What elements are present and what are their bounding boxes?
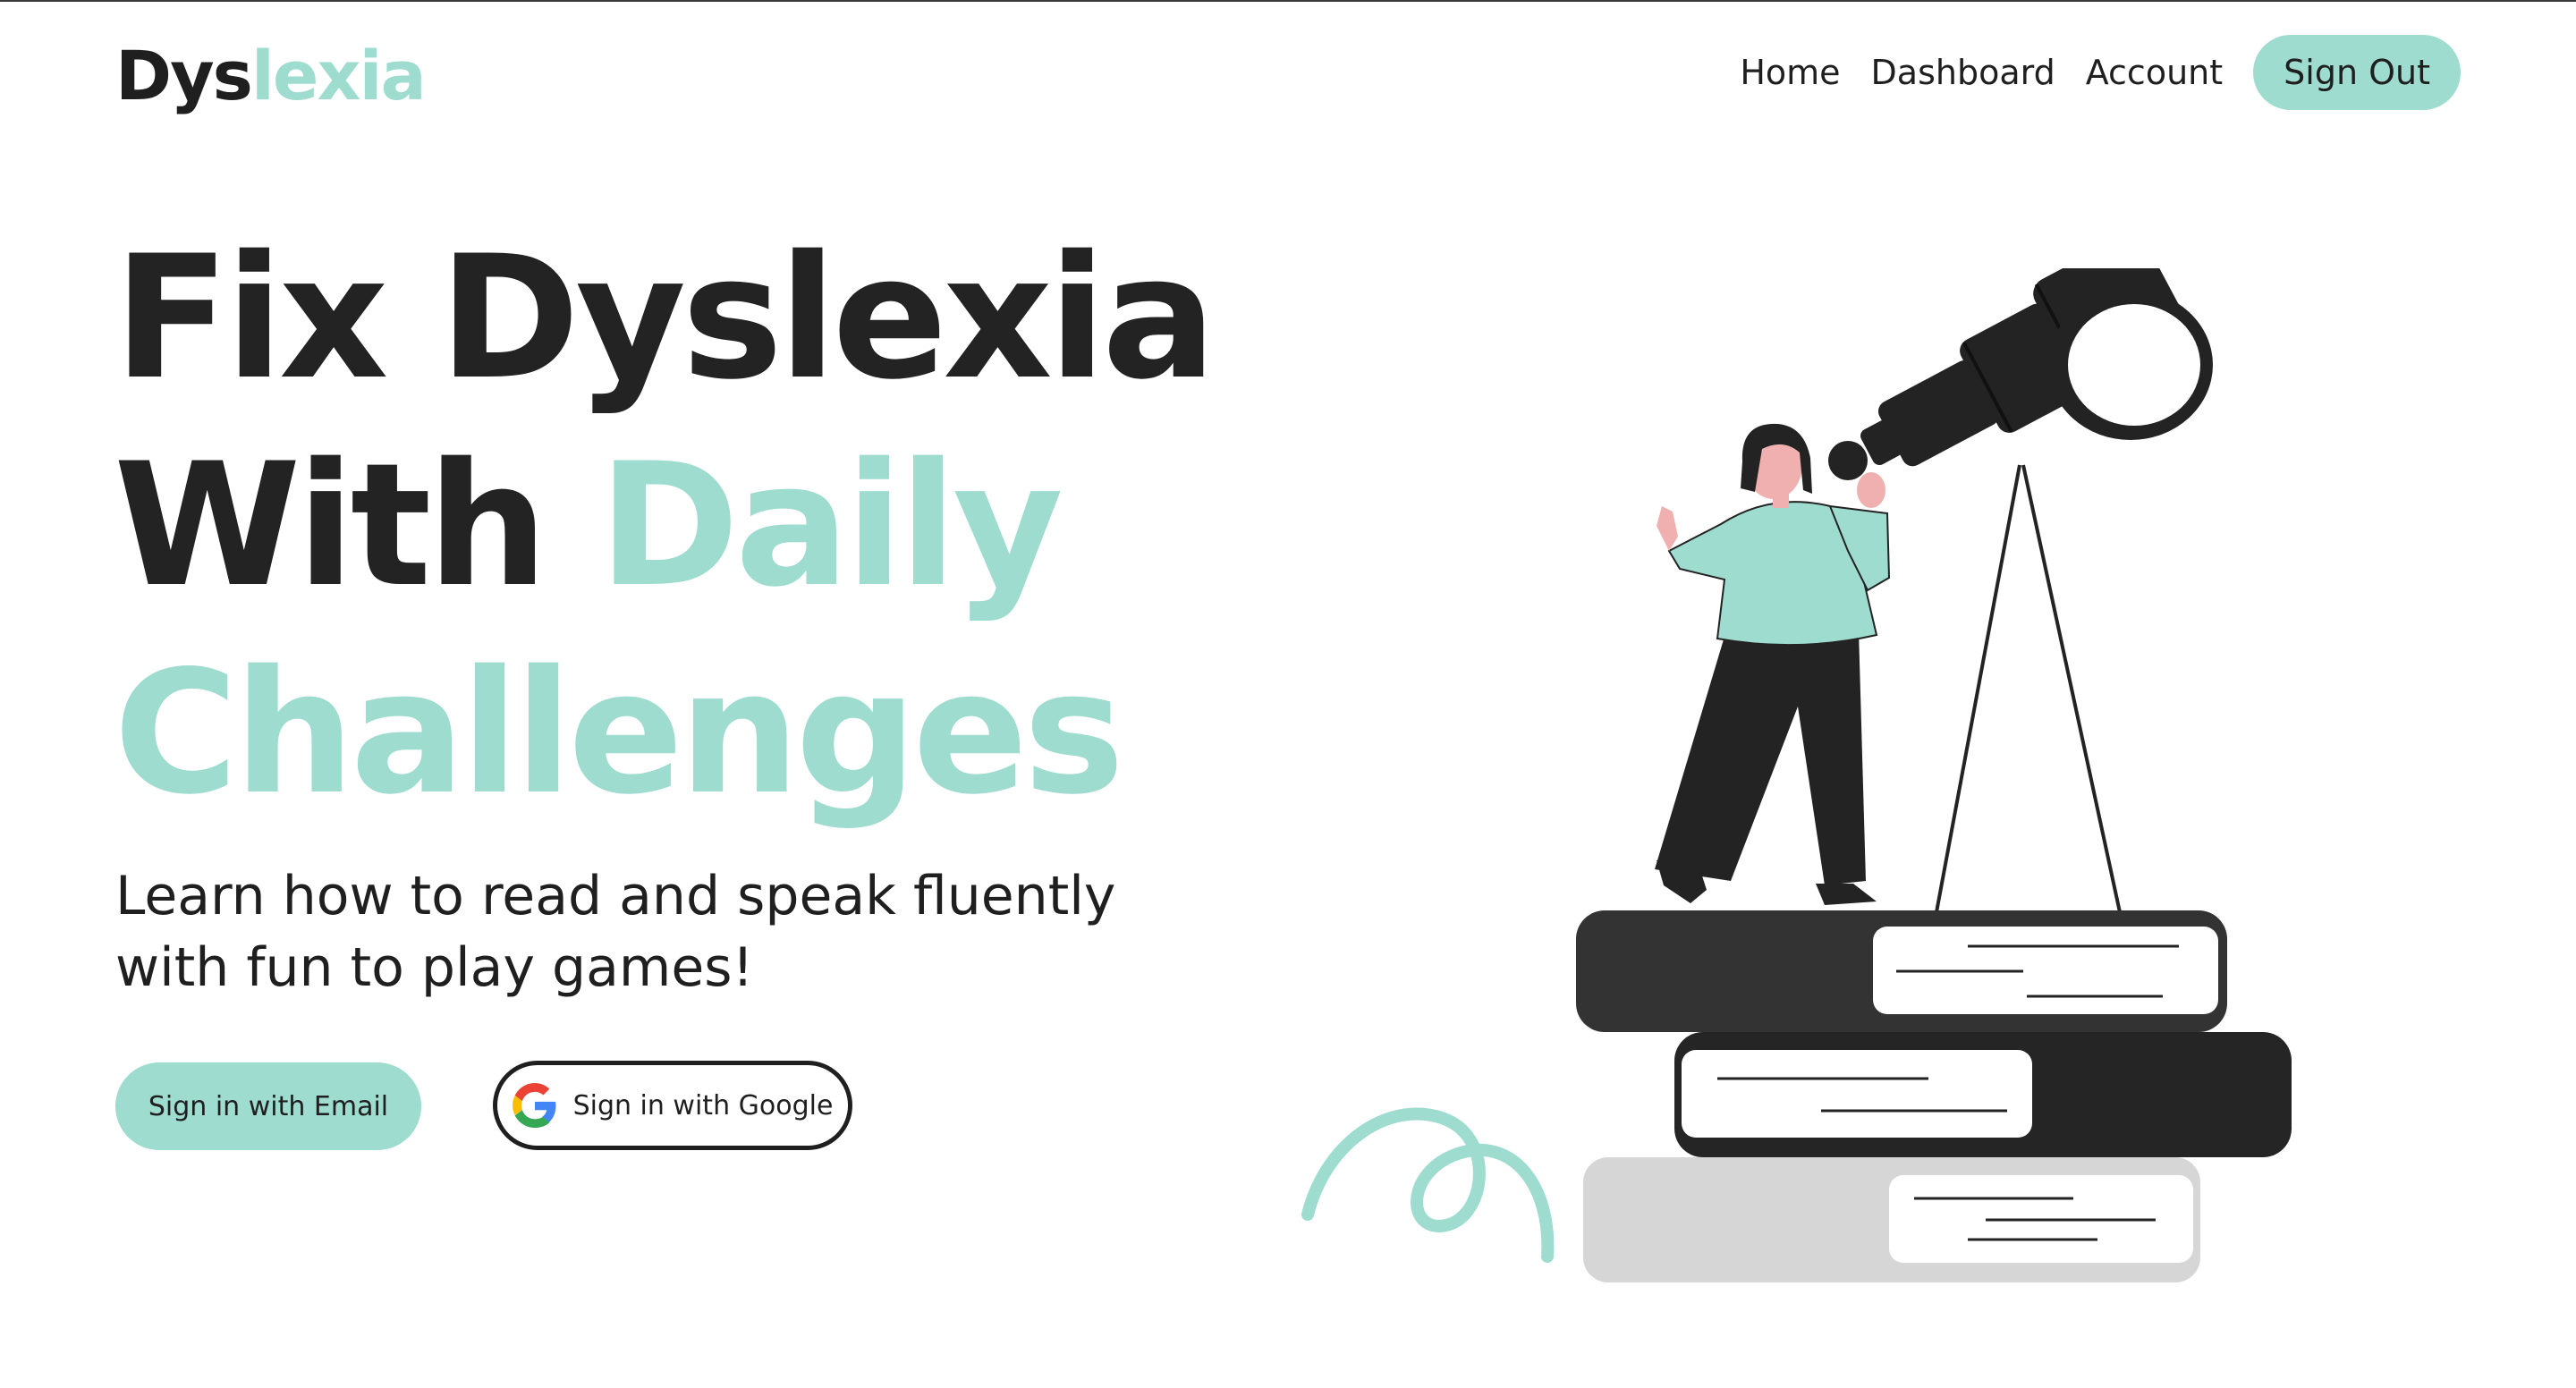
hero-line-2-mint: Daily [597,427,1063,624]
tripod-leg-right [2021,464,2122,913]
sign-in-google-label: Sign in with Google [572,1089,834,1121]
hero-subtitle: Learn how to read and speak fluently wit… [115,865,1116,999]
top-border [0,0,2576,2]
hero-illustration [1301,268,2292,1282]
mint-swirl [1301,1107,1555,1263]
sign-in-google-button[interactable]: Sign in with Google [493,1061,852,1150]
main-nav: Home Dashboard Account Sign Out [1709,34,2461,111]
logo-part-dys: Dys [115,36,253,115]
telescope-eyepiece [1828,441,1868,480]
logo-part-lexia: lexia [250,36,427,115]
google-g-icon [512,1083,556,1128]
hero-line-3: Challenges [114,634,1124,832]
nav-dashboard-link[interactable]: Dashboard [1871,53,2055,92]
hero-line-2: With Daily [114,422,1212,630]
hero-line-2-dark: With [114,427,548,624]
hero-line-1: Fix Dyslexia [114,219,1216,417]
nav-home-link[interactable]: Home [1740,53,1840,92]
sign-in-email-button[interactable]: Sign in with Email [115,1062,421,1150]
person [1655,423,1891,905]
logo[interactable]: Dyslexia [115,36,427,115]
nav-account-link[interactable]: Account [2086,53,2223,92]
hero-headline: Fix Dyslexia With Daily Challenges [114,215,1216,837]
tripod-leg-left [1935,464,2021,913]
telescope-lens-glass [2068,304,2200,426]
sign-in-email-label: Sign in with Email [148,1090,389,1122]
sign-out-button[interactable]: Sign Out [2253,35,2461,110]
book-middle-pages [1682,1050,2032,1138]
